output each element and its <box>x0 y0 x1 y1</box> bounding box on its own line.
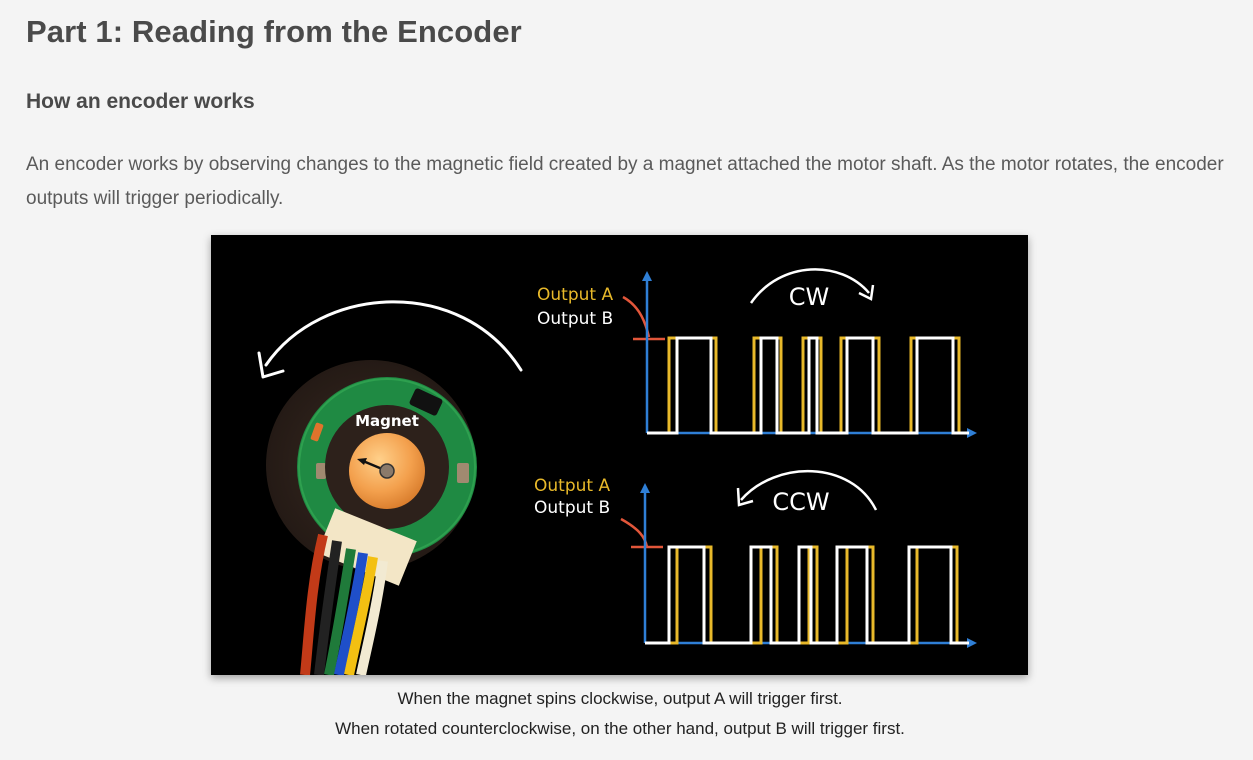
cw-label: CW <box>789 283 830 311</box>
cw-pointer-arrow <box>622 295 651 338</box>
ccw-pointer-arrow <box>620 517 649 548</box>
figure-caption-line-2: When rotated counterclockwise, on the ot… <box>335 719 905 738</box>
figure-caption-line-1: When the magnet spins clockwise, output … <box>397 689 843 708</box>
ccw-output-a-label: Output A <box>534 476 610 496</box>
encoder-motor: Magnet <box>266 360 477 675</box>
encoder-illustration: Magnet Output A Output B CW Output A Out… <box>211 235 1028 675</box>
ccw-output-a-wave <box>645 545 969 645</box>
section-heading: How an encoder works <box>26 90 255 113</box>
cw-waveform-panel: Output A Output B CW <box>537 268 977 438</box>
intro-paragraph: An encoder works by observing changes to… <box>26 154 1224 209</box>
ccw-label: CCW <box>772 488 829 516</box>
encoder-diagram: Magnet Output A Output B CW Output A Out… <box>257 268 977 675</box>
ccw-output-b-wave <box>645 545 969 645</box>
ccw-waveform-panel: Output A Output B CCW <box>534 470 977 648</box>
cw-output-b-wave <box>647 336 969 435</box>
cw-output-a-label: Output A <box>537 285 613 305</box>
page-title: Part 1: Reading from the Encoder <box>26 14 522 49</box>
ccw-output-b-label: Output B <box>534 498 610 518</box>
magnet-label: Magnet <box>355 412 419 430</box>
cw-output-b-label: Output B <box>537 309 613 329</box>
